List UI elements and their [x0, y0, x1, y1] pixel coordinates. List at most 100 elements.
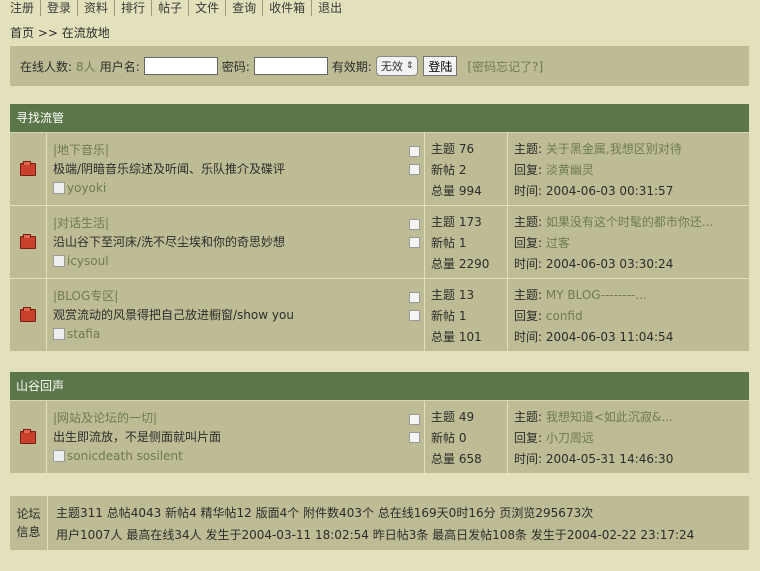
last-time-line: 时间: 2004-06-03 11:04:54: [514, 327, 749, 348]
last-time: 2004-06-03 00:31:57: [545, 184, 674, 198]
last-time: 2004-06-03 03:30:24: [545, 257, 674, 271]
footer-line-1: 主题311 总帖4043 新帖4 精华帖12 版面4个 附件数403个 总在线1…: [56, 506, 594, 520]
expiry-select[interactable]: 无效 ⇕: [375, 56, 419, 76]
stat-topics: 主题 49: [431, 410, 475, 424]
moderator-name[interactable]: sonicdeath sosilent: [67, 447, 183, 465]
moderator-name[interactable]: yoyoki: [67, 179, 106, 197]
checkbox-icon[interactable]: [409, 237, 420, 248]
stat-new: 新帖 1: [431, 236, 467, 250]
last-topic[interactable]: 如果没有这个时髦的都市你还...: [546, 215, 713, 229]
forgot-password-link[interactable]: [密码忘记了?]: [467, 58, 543, 75]
last-topic[interactable]: 关于黑金属,我想区别对待: [546, 142, 682, 156]
forum-name[interactable]: |对话生活|: [53, 214, 420, 232]
password-label: 密码:: [221, 59, 250, 74]
last-topic-label: 主题:: [514, 410, 543, 424]
nav-search[interactable]: 查询: [225, 0, 262, 16]
last-topic-line: 主题: MY BLOG--------...: [514, 285, 749, 306]
nav-profile[interactable]: 资料: [77, 0, 114, 16]
last-reply-label: 回复:: [514, 236, 543, 250]
checkbox-icon[interactable]: [409, 292, 420, 303]
checkbox-icon[interactable]: [409, 310, 420, 321]
last-topic[interactable]: 我想知道<如此沉寂&...: [546, 410, 673, 424]
last-time-line: 时间: 2004-05-31 14:46:30: [514, 449, 749, 470]
forum-info: |网站及论坛的一切| 出生即流放，不是侧面就叫片面 sonicdeath sos…: [47, 401, 425, 473]
forum-stats: 主题 76 新帖 2 总量 994: [425, 133, 508, 205]
nav-login[interactable]: 登录: [40, 0, 77, 16]
last-topic-label: 主题:: [514, 288, 543, 302]
password-input[interactable]: [253, 57, 328, 75]
username-input[interactable]: [143, 57, 218, 75]
footer-stats: 主题311 总帖4043 新帖4 精华帖12 版面4个 附件数403个 总在线1…: [48, 496, 749, 550]
forum-info-footer: 论坛 信息 主题311 总帖4043 新帖4 精华帖12 版面4个 附件数403个…: [10, 496, 749, 550]
last-time-label: 时间:: [514, 184, 543, 198]
stat-total: 总量 658: [431, 452, 482, 466]
last-topic-label: 主题:: [514, 142, 543, 156]
moderator-name[interactable]: icysoul: [67, 252, 109, 270]
top-nav: 注册 登录 资料 排行 帖子 文件 查询 收件箱 退出: [10, 0, 348, 16]
checkbox-icon[interactable]: [409, 432, 420, 443]
folder-icon: [20, 306, 36, 322]
last-time: 2004-05-31 14:46:30: [545, 452, 674, 466]
nav-logout[interactable]: 退出: [311, 0, 348, 16]
checkbox-icon[interactable]: [409, 146, 420, 157]
folder-icon-cell: [10, 401, 47, 473]
forum-section-2: 山谷回声 |网站及论坛的一切| 出生即流放，不是侧面就叫片面 sonicdeat…: [10, 372, 749, 474]
breadcrumb[interactable]: 首页 >> 在流放地: [10, 26, 110, 40]
forum-row: |对话生活| 沿山谷下至河床/洗不尽尘埃和你的奇思妙想 icysoul 主题 1…: [10, 206, 749, 279]
nav-posts[interactable]: 帖子: [151, 0, 188, 16]
login-bar: 在线人数: 8人 用户名: 密码: 有效期: 无效 ⇕ 登陆 [密码忘记了?]: [10, 46, 749, 86]
forum-moderator[interactable]: stafia: [53, 325, 420, 343]
last-time-line: 时间: 2004-06-03 03:30:24: [514, 254, 749, 275]
folder-icon-cell: [10, 279, 47, 351]
section-title[interactable]: 寻找流管: [10, 104, 749, 133]
forum-moderator[interactable]: sonicdeath sosilent: [53, 447, 420, 465]
forum-row: |网站及论坛的一切| 出生即流放，不是侧面就叫片面 sonicdeath sos…: [10, 401, 749, 474]
checkbox-icon[interactable]: [409, 219, 420, 230]
forum-stats: 主题 13 新帖 1 总量 101: [425, 279, 508, 351]
login-button[interactable]: 登陆: [423, 56, 458, 76]
last-reply-user[interactable]: 小刀周远: [546, 431, 594, 445]
moderator-name[interactable]: stafia: [67, 325, 100, 343]
forum-desc: 极端/阴暗音乐综述及听闻、乐队推介及碟评: [53, 162, 286, 176]
expiry-value: 无效: [380, 60, 403, 73]
forum-moderator[interactable]: icysoul: [53, 252, 420, 270]
nav-ranking[interactable]: 排行: [114, 0, 151, 16]
last-reply-user[interactable]: confid: [546, 309, 583, 323]
forum-moderator[interactable]: yoyoki: [53, 179, 420, 197]
last-time-label: 时间:: [514, 257, 543, 271]
last-topic-line: 主题: 我想知道<如此沉寂&...: [514, 407, 749, 428]
forum-name[interactable]: |BLOG专区|: [53, 287, 420, 305]
stat-topics: 主题 173: [431, 215, 482, 229]
forum-desc: 出生即流放，不是侧面就叫片面: [53, 430, 222, 444]
checkbox-icon[interactable]: [409, 414, 420, 425]
online-count[interactable]: 8人: [76, 58, 96, 75]
section-title[interactable]: 山谷回声: [10, 372, 749, 401]
last-topic-label: 主题:: [514, 215, 543, 229]
nav-inbox[interactable]: 收件箱: [262, 0, 311, 16]
footer-line-2: 用户1007人 最高在线34人 发生于2004-03-11 18:02:54 昨…: [56, 528, 695, 542]
last-reply-label: 回复:: [514, 163, 543, 177]
last-post: 主题: 我想知道<如此沉寂&... 回复: 小刀周远 时间: 2004-05-3…: [508, 401, 749, 473]
last-post: 主题: 关于黑金属,我想区别对待 回复: 淡黄幽灵 时间: 2004-06-03…: [508, 133, 749, 205]
forum-name[interactable]: |网站及论坛的一切|: [53, 409, 420, 427]
forum-info: |对话生活| 沿山谷下至河床/洗不尽尘埃和你的奇思妙想 icysoul: [47, 206, 425, 278]
nav-files[interactable]: 文件: [188, 0, 225, 16]
forum-row: |BLOG专区| 观赏流动的风景得把自己放进橱窗/show you stafia…: [10, 279, 749, 352]
last-time-line: 时间: 2004-06-03 00:31:57: [514, 181, 749, 202]
last-time: 2004-06-03 11:04:54: [545, 330, 674, 344]
last-reply-user[interactable]: 淡黄幽灵: [546, 163, 594, 177]
last-topic[interactable]: MY BLOG--------...: [546, 288, 647, 302]
forum-info: |地下音乐| 极端/阴暗音乐综述及听闻、乐队推介及碟评 yoyoki: [47, 133, 425, 205]
last-reply-user[interactable]: 过客: [546, 236, 570, 250]
last-time-label: 时间:: [514, 452, 543, 466]
stat-new: 新帖 0: [431, 431, 467, 445]
last-reply-line: 回复: 小刀周远: [514, 428, 749, 449]
forum-name[interactable]: |地下音乐|: [53, 141, 420, 159]
checkbox-icon[interactable]: [409, 164, 420, 175]
select-arrows-icon: ⇕: [405, 61, 414, 71]
nav-register[interactable]: 注册: [10, 0, 40, 16]
last-reply-line: 回复: 淡黄幽灵: [514, 160, 749, 181]
last-reply-line: 回复: confid: [514, 306, 749, 327]
folder-icon: [20, 428, 36, 444]
forum-section-1: 寻找流管 |地下音乐| 极端/阴暗音乐综述及听闻、乐队推介及碟评 yoyoki …: [10, 104, 749, 352]
